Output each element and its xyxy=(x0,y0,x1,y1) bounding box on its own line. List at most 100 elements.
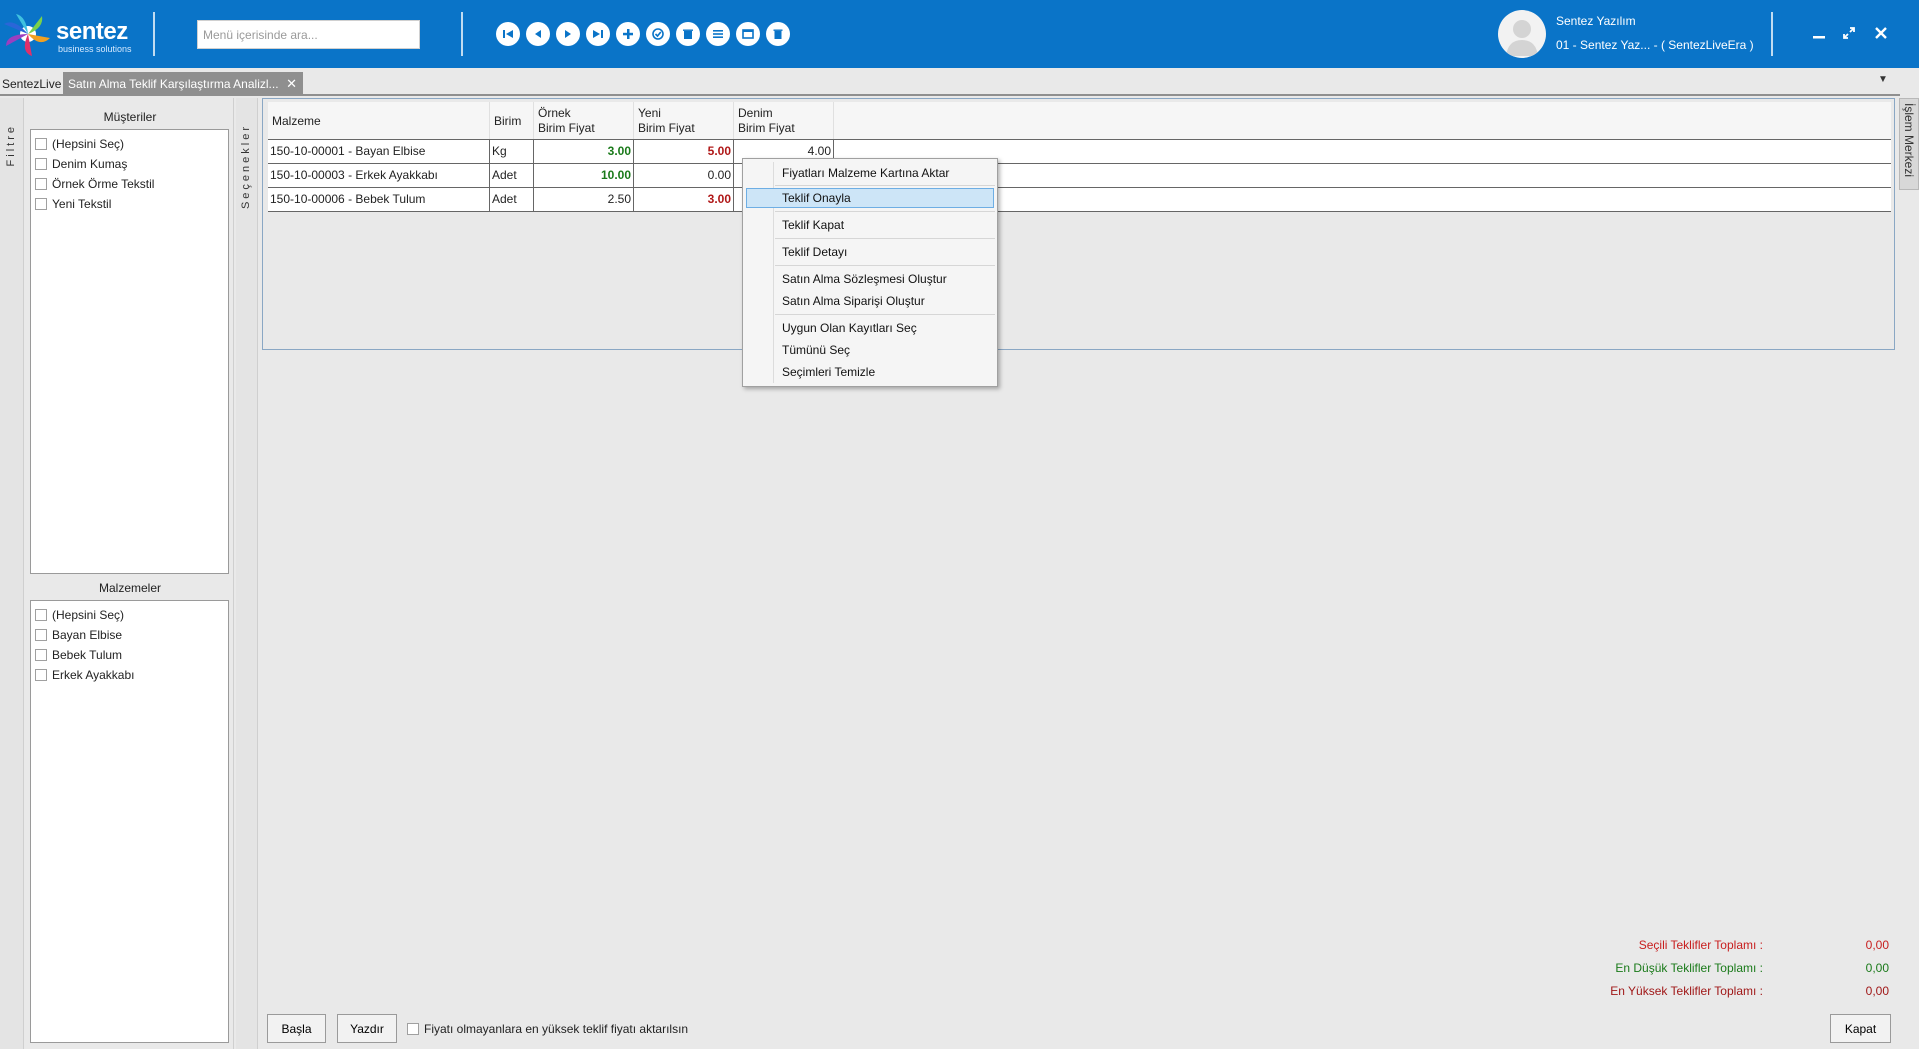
sentez-logo-icon xyxy=(4,14,50,56)
cell-malzeme[interactable]: 150-10-00006 - Bebek Tulum xyxy=(268,188,490,211)
menu-item-transfer-prices[interactable]: Fiyatları Malzeme Kartına Aktar xyxy=(746,163,994,183)
tab-purchase-offer-analysis[interactable]: Satın Alma Teklif Karşılaştırma Analizl.… xyxy=(63,72,303,96)
tab-sentezlive[interactable]: SentezLive xyxy=(0,72,63,96)
menu-item-approve-offer[interactable]: Teklif Onayla xyxy=(746,188,994,208)
approve-button[interactable] xyxy=(646,22,670,46)
menu-separator xyxy=(775,238,995,239)
selected-total-label: Seçili Teklifler Toplamı : xyxy=(1638,938,1763,952)
cell-malzeme[interactable]: 150-10-00001 - Bayan Elbise xyxy=(268,140,490,163)
transfer-highest-price-option[interactable]: Fiyatı olmayanlara en yüksek teklif fiya… xyxy=(407,1022,688,1036)
options-strip[interactable]: Seçenekler xyxy=(236,98,258,1049)
column-header-birim[interactable]: Birim xyxy=(490,102,534,140)
lowest-total-label: En Düşük Teklifler Toplamı : xyxy=(1615,961,1763,975)
maximize-button[interactable] xyxy=(1836,20,1862,46)
offer-grid-panel: Malzeme Birim Örnek Birim Fiyat Yeni Bir… xyxy=(262,98,1895,350)
list-item[interactable]: Yeni Tekstil xyxy=(31,194,228,214)
list-button[interactable] xyxy=(706,22,730,46)
print-button[interactable]: Yazdır xyxy=(337,1014,397,1043)
menu-item-select-all[interactable]: Tümünü Seç xyxy=(746,340,994,360)
left-filter-panel: Müşteriler (Hepsini Seç) Denim Kumaş Örn… xyxy=(26,98,234,1049)
checkbox[interactable] xyxy=(35,158,47,170)
window-button[interactable] xyxy=(736,22,760,46)
menu-item-offer-detail[interactable]: Teklif Detayı xyxy=(746,242,994,262)
start-button[interactable]: Başla xyxy=(267,1014,326,1043)
trash-button[interactable] xyxy=(766,22,790,46)
previous-record-button[interactable] xyxy=(526,22,550,46)
process-center-label: İşlem Merkezi xyxy=(1902,103,1916,178)
menu-item-create-order[interactable]: Satın Alma Siparişi Oluştur xyxy=(746,291,994,311)
checkbox[interactable] xyxy=(35,629,47,641)
cell-birim[interactable]: Adet xyxy=(490,164,534,187)
company-name[interactable]: 01 - Sentez Yaz... - ( SentezLiveEra ) xyxy=(1556,38,1754,52)
cell-birim[interactable]: Adet xyxy=(490,188,534,211)
approve-icon xyxy=(652,28,664,40)
next-icon xyxy=(565,30,571,38)
checkbox[interactable] xyxy=(35,609,47,621)
cell-yeni-price[interactable]: 5.00 xyxy=(634,140,734,163)
add-record-button[interactable] xyxy=(616,22,640,46)
list-item[interactable]: Bebek Tulum xyxy=(31,645,228,665)
list-item[interactable]: (Hepsini Seç) xyxy=(31,605,228,625)
transfer-highest-price-label: Fiyatı olmayanlara en yüksek teklif fiya… xyxy=(424,1022,689,1036)
cell-birim[interactable]: Kg xyxy=(490,140,534,163)
checkbox[interactable] xyxy=(35,669,47,681)
last-record-button[interactable] xyxy=(586,22,610,46)
list-item[interactable]: Denim Kumaş xyxy=(31,154,228,174)
cell-ornek-price[interactable]: 3.00 xyxy=(534,140,634,163)
list-item[interactable]: Örnek Örme Tekstil xyxy=(31,174,228,194)
list-item[interactable]: Bayan Elbise xyxy=(31,625,228,645)
table-row[interactable]: 150-10-00003 - Erkek Ayakkabı Adet 10.00… xyxy=(268,163,1891,188)
table-row[interactable]: 150-10-00006 - Bebek Tulum Adet 2.50 3.0… xyxy=(268,187,1891,212)
list-item[interactable]: (Hepsini Seç) xyxy=(31,134,228,154)
delete-button[interactable] xyxy=(676,22,700,46)
sentez-logo[interactable]: sentez business solutions xyxy=(2,6,152,62)
process-center-tab[interactable]: İşlem Merkezi xyxy=(1899,98,1919,190)
highest-total-value: 0,00 xyxy=(1865,984,1889,998)
tab-close-icon[interactable]: ✕ xyxy=(286,72,297,96)
menu-item-clear-selection[interactable]: Seçimleri Temizle xyxy=(746,362,994,382)
menu-item-select-suitable[interactable]: Uygun Olan Kayıtları Seç xyxy=(746,318,994,338)
tab-dropdown-icon[interactable]: ▼ xyxy=(1878,74,1888,85)
checkbox[interactable] xyxy=(35,138,47,150)
checkbox[interactable] xyxy=(35,178,47,190)
checkbox[interactable] xyxy=(35,198,47,210)
cell-ornek-price[interactable]: 10.00 xyxy=(534,164,634,187)
close-button[interactable]: Kapat xyxy=(1830,1014,1891,1043)
user-avatar-icon xyxy=(1506,20,1538,56)
column-header-malzeme[interactable]: Malzeme xyxy=(268,102,490,140)
cell-yeni-price[interactable]: 0.00 xyxy=(634,164,734,187)
next-record-button[interactable] xyxy=(556,22,580,46)
column-header-denim[interactable]: Denim Birim Fiyat xyxy=(734,102,834,140)
materials-title: Malzemeler xyxy=(98,581,161,595)
list-item[interactable]: Erkek Ayakkabı xyxy=(31,665,228,685)
first-icon xyxy=(503,30,513,38)
app-header: sentez business solutions Sentez Yazılım xyxy=(0,0,1919,68)
menu-item-create-contract[interactable]: Satın Alma Sözleşmesi Oluştur xyxy=(746,269,994,289)
table-row[interactable]: 150-10-00001 - Bayan Elbise Kg 3.00 5.00… xyxy=(268,139,1891,164)
item-label: (Hepsini Seç) xyxy=(52,608,125,622)
cell-ornek-price[interactable]: 2.50 xyxy=(534,188,634,211)
expand-icon xyxy=(1843,27,1855,39)
column-header-ornek[interactable]: Örnek Birim Fiyat xyxy=(534,102,634,140)
item-label: Bayan Elbise xyxy=(52,628,123,642)
cell-yeni-price[interactable]: 3.00 xyxy=(634,188,734,211)
tab-label: Satın Alma Teklif Karşılaştırma Analizl.… xyxy=(68,77,279,91)
customers-list: (Hepsini Seç) Denim Kumaş Örnek Örme Tek… xyxy=(30,129,229,574)
column-header-yeni[interactable]: Yeni Birim Fiyat xyxy=(634,102,734,140)
highest-total-label: En Yüksek Teklifler Toplamı : xyxy=(1610,984,1763,998)
checkbox[interactable] xyxy=(35,649,47,661)
close-window-button[interactable] xyxy=(1868,20,1894,46)
options-label: Seçenekler xyxy=(240,124,252,210)
first-record-button[interactable] xyxy=(496,22,520,46)
menu-separator xyxy=(775,265,995,266)
minimize-button[interactable] xyxy=(1806,20,1832,46)
filter-strip[interactable]: Filtre xyxy=(0,98,24,1049)
menu-search-input[interactable] xyxy=(197,20,420,49)
materials-list: (Hepsini Seç) Bayan Elbise Bebek Tulum E… xyxy=(30,600,229,1043)
user-avatar[interactable] xyxy=(1498,10,1546,58)
header-divider xyxy=(153,12,155,56)
context-menu: Fiyatları Malzeme Kartına Aktar Teklif O… xyxy=(742,158,998,387)
transfer-highest-price-checkbox[interactable] xyxy=(407,1023,419,1035)
menu-item-close-offer[interactable]: Teklif Kapat xyxy=(746,215,994,235)
cell-malzeme[interactable]: 150-10-00003 - Erkek Ayakkabı xyxy=(268,164,490,187)
